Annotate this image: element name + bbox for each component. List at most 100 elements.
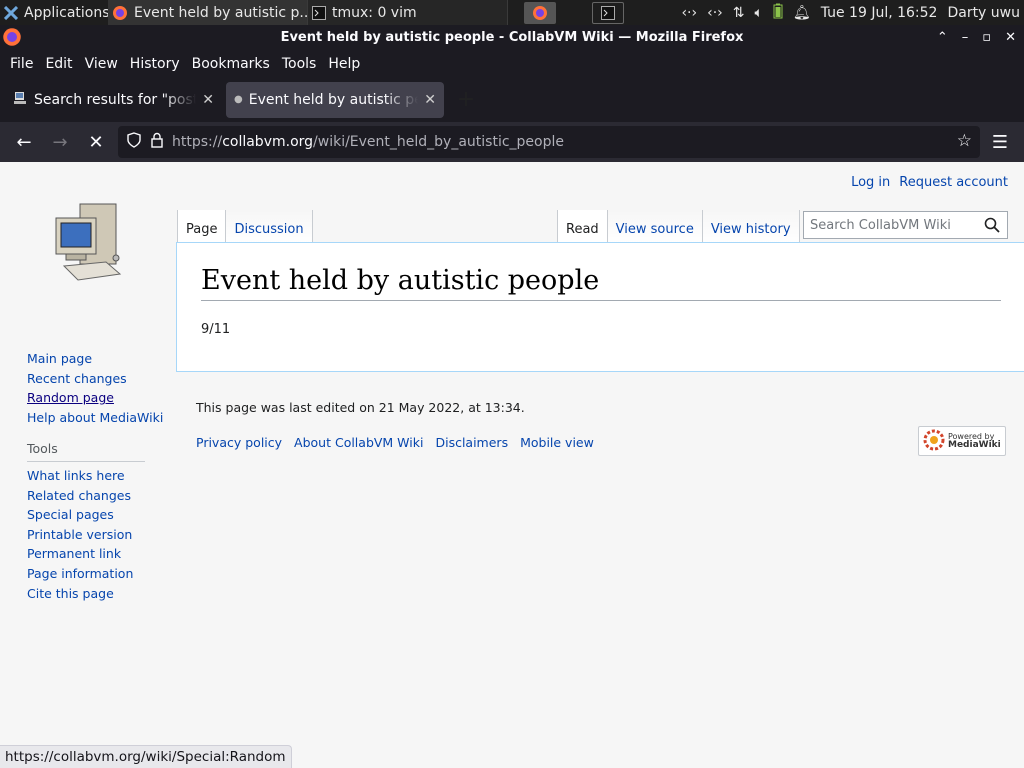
transfer-arrows-icon[interactable]: ⇅	[733, 5, 745, 21]
view-source-link[interactable]: View source	[616, 222, 694, 237]
app-menu-button[interactable]: ☰	[982, 126, 1018, 158]
shade-window-button[interactable]: ⌃	[937, 30, 948, 45]
bookmark-star-icon[interactable]: ☆	[957, 131, 972, 151]
tab-title: Search results for "postm	[34, 91, 197, 108]
workspace-terminal-launcher[interactable]	[592, 1, 624, 24]
wiki-favicon-icon	[12, 90, 28, 110]
notification-bell-icon[interactable]: 🔔︎	[793, 5, 811, 21]
network-icon[interactable]: ‹·›	[707, 5, 723, 21]
tab-view-history[interactable]: View history	[702, 210, 800, 243]
taskbar-window-terminal[interactable]: tmux: 0 vim	[308, 0, 508, 25]
system-taskbar: Applications Event held by autistic p...…	[0, 0, 1024, 25]
network-icon[interactable]: ‹·›	[681, 5, 697, 21]
footer-link-privacy[interactable]: Privacy policy	[196, 435, 282, 450]
footer-link-mobile-view[interactable]: Mobile view	[520, 435, 594, 450]
new-tab-button[interactable]: +	[448, 84, 484, 116]
sidebar-item-permanent-link[interactable]: Permanent link	[27, 546, 121, 561]
menu-view[interactable]: View	[79, 50, 124, 77]
wiki-page: Log in Request account Page Discussion R…	[0, 162, 1024, 768]
last-edited-text: This page was last edited on 21 May 2022…	[196, 400, 525, 415]
clock[interactable]: Tue 19 Jul, 16:52	[821, 5, 938, 21]
navigation-toolbar: ← → ✕ https://collabvm.org/wiki/Event_he…	[0, 122, 1024, 162]
tab-discussion[interactable]: Discussion	[226, 210, 313, 243]
sidebar-item-cite-this-page[interactable]: Cite this page	[27, 586, 114, 601]
personal-tools: Log in Request account	[851, 175, 1008, 190]
page-title: Event held by autistic people	[201, 265, 1001, 301]
tab-title: Event held by autistic pe	[248, 91, 419, 108]
footer-link-disclaimers[interactable]: Disclaimers	[435, 435, 508, 450]
powered-by-mediawiki-badge[interactable]: Powered by MediaWiki	[918, 426, 1006, 456]
taskbar-window-title: tmux: 0 vim	[332, 4, 417, 21]
volume-icon[interactable]: 🔈︎	[755, 5, 763, 21]
page-body-text: 9/11	[201, 322, 231, 337]
minimize-button[interactable]: –	[962, 30, 969, 45]
sidebar-item-random-page[interactable]: Random page	[27, 390, 114, 405]
xfce-logo-icon	[4, 5, 18, 20]
url-text[interactable]: https://collabvm.org/wiki/Event_held_by_…	[172, 134, 564, 150]
menu-history[interactable]: History	[124, 50, 186, 77]
workspace-firefox-launcher[interactable]	[524, 1, 556, 24]
wiki-logo[interactable]	[50, 200, 126, 290]
status-bar-url: https://collabvm.org/wiki/Special:Random	[0, 745, 292, 768]
tab-search-results[interactable]: Search results for "postm ✕	[4, 82, 222, 118]
close-window-button[interactable]: ✕	[1005, 30, 1016, 45]
menu-bookmarks[interactable]: Bookmarks	[186, 50, 276, 77]
close-tab-icon[interactable]: ✕	[202, 92, 214, 108]
search-placeholder: Search CollabVM Wiki	[810, 217, 951, 233]
user-name[interactable]: Darty uwu	[947, 5, 1020, 21]
sidebar-item-main-page[interactable]: Main page	[27, 351, 92, 366]
menu-file[interactable]: File	[4, 50, 39, 77]
window-titlebar: Event held by autistic people - CollabVM…	[0, 25, 1024, 50]
firefox-icon	[112, 5, 128, 21]
tab-read[interactable]: Read	[557, 210, 608, 243]
namespace-tabs: Page Discussion	[177, 210, 313, 243]
login-link[interactable]: Log in	[851, 175, 890, 190]
taskbar-window-firefox[interactable]: Event held by autistic p...	[108, 0, 308, 25]
powered-by-line2: MediaWiki	[948, 440, 1001, 450]
sidebar-item-printable-version[interactable]: Printable version	[27, 527, 132, 542]
view-history-link[interactable]: View history	[711, 222, 791, 237]
forward-button[interactable]: →	[42, 126, 78, 158]
tools-heading: Tools	[27, 439, 145, 462]
menu-bar: File Edit View History Bookmarks Tools H…	[0, 50, 1024, 77]
battery-icon[interactable]	[773, 3, 783, 23]
search-icon[interactable]	[984, 217, 1000, 237]
sidebar-item-recent-changes[interactable]: Recent changes	[27, 371, 127, 386]
request-account-link[interactable]: Request account	[899, 175, 1008, 190]
sidebar-item-related-changes[interactable]: Related changes	[27, 488, 131, 503]
tab-event-held[interactable]: ● Event held by autistic pe ✕	[226, 81, 444, 118]
search-input[interactable]: Search CollabVM Wiki	[803, 211, 1008, 239]
tab-view-source[interactable]: View source	[607, 210, 703, 243]
terminal-icon	[312, 5, 326, 20]
view-tabs: Read View source View history	[557, 210, 800, 243]
menu-edit[interactable]: Edit	[39, 50, 78, 77]
sidebar-navigation: Main page Recent changes Random page Hel…	[27, 349, 163, 603]
window-title: Event held by autistic people - CollabVM…	[280, 30, 744, 45]
applications-label: Applications	[24, 4, 108, 21]
lock-icon[interactable]	[150, 132, 164, 152]
maximize-button[interactable]: ▫	[982, 30, 991, 45]
system-tray: ‹·› ‹·› ⇅ 🔈︎ 🔔︎ Tue 19 Jul, 16:52 Darty …	[681, 3, 1024, 23]
sidebar-item-special-pages[interactable]: Special pages	[27, 507, 114, 522]
firefox-icon	[2, 27, 22, 51]
tracking-protection-shield-icon[interactable]	[126, 132, 142, 152]
tab-page[interactable]: Page	[177, 210, 227, 243]
back-button[interactable]: ←	[6, 126, 42, 158]
discussion-link[interactable]: Discussion	[234, 222, 303, 237]
menu-help[interactable]: Help	[322, 50, 366, 77]
firefox-icon	[532, 5, 548, 21]
sidebar-item-what-links-here[interactable]: What links here	[27, 468, 125, 483]
terminal-icon	[601, 5, 615, 20]
applications-menu[interactable]: Applications	[0, 0, 108, 25]
footer-links: Privacy policy About CollabVM Wiki Discl…	[196, 435, 1006, 450]
url-bar[interactable]: https://collabvm.org/wiki/Event_held_by_…	[118, 126, 980, 158]
sidebar-item-help[interactable]: Help about MediaWiki	[27, 410, 163, 425]
sidebar-item-page-information[interactable]: Page information	[27, 566, 133, 581]
footer-link-about[interactable]: About CollabVM Wiki	[294, 435, 423, 450]
menu-tools[interactable]: Tools	[276, 50, 323, 77]
content-area: Event held by autistic people 9/11	[176, 242, 1024, 372]
stop-loading-button[interactable]: ✕	[78, 126, 114, 158]
footer: This page was last edited on 21 May 2022…	[196, 400, 1006, 456]
taskbar-window-title: Event held by autistic p...	[134, 4, 308, 21]
close-tab-icon[interactable]: ✕	[424, 92, 436, 108]
